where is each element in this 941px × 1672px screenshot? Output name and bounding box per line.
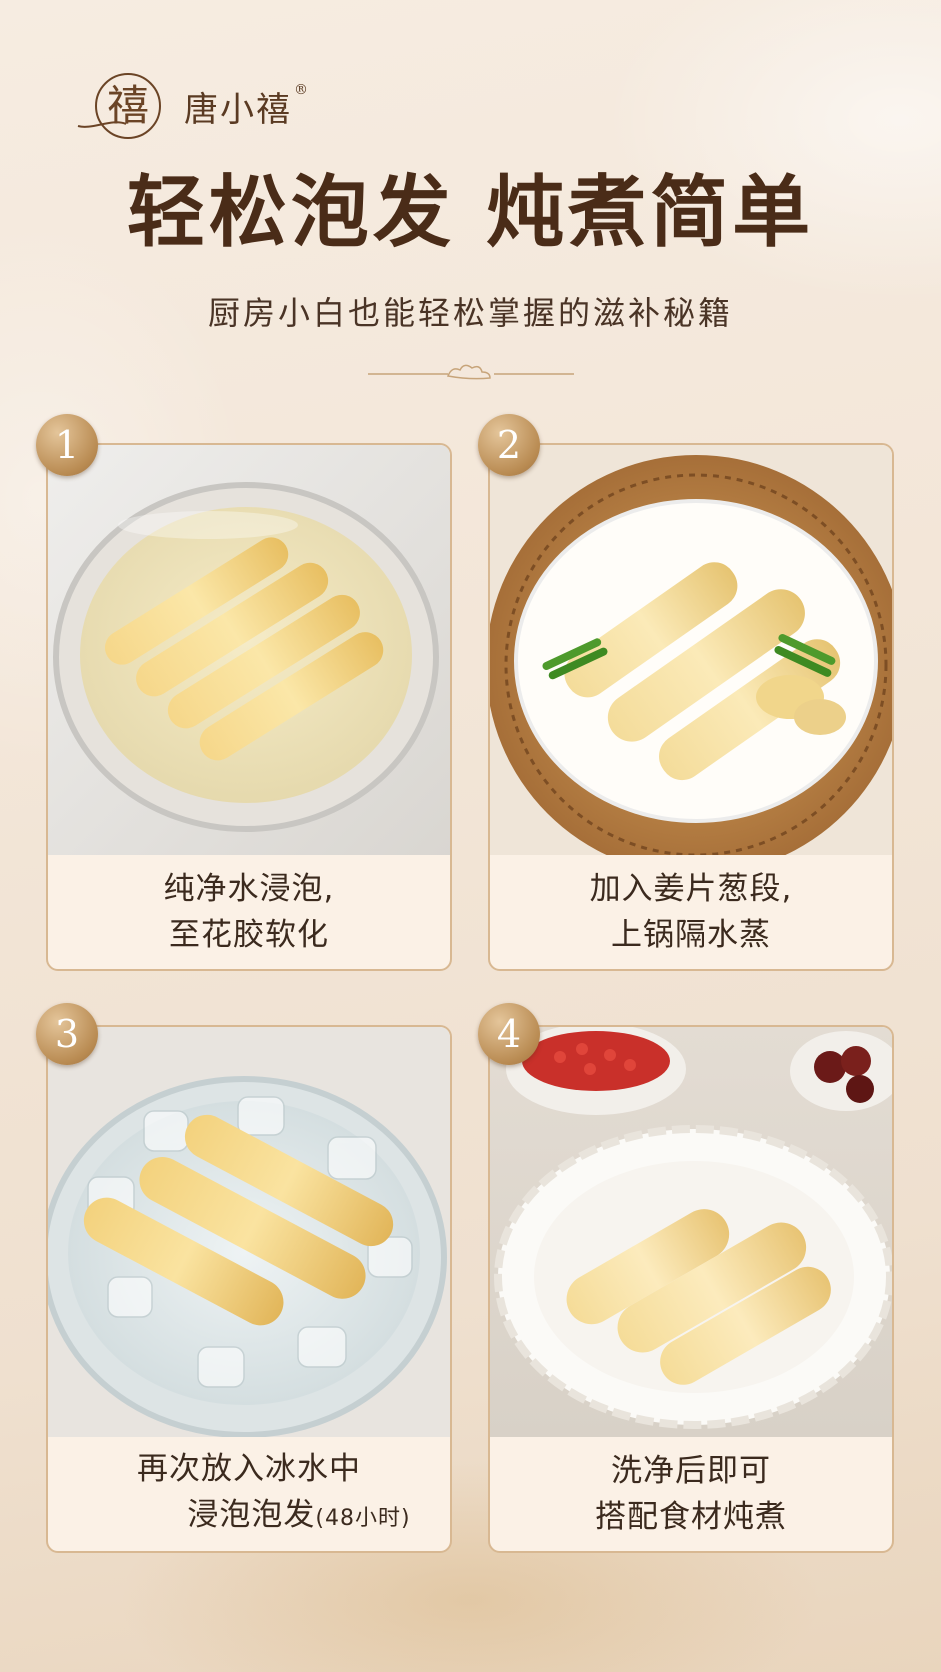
step-2-caption-line2: 上锅隔水蒸 — [611, 917, 771, 953]
page-title: 轻松泡发 炖煮简单 — [126, 167, 815, 258]
step-number-badge-1: 1 — [36, 414, 98, 476]
step-card-1: 纯净水浸泡, 至花胶软化 — [46, 443, 452, 971]
step-3-caption-line2: 浸泡泡发 — [187, 1497, 316, 1533]
step-card-2: 加入姜片葱段, 上锅隔水蒸 — [488, 443, 894, 971]
step-3-photo — [48, 1027, 450, 1437]
step-1-caption: 纯净水浸泡, 至花胶软化 — [48, 855, 450, 969]
brand-logo: 禧 唐小禧 ® — [72, 68, 310, 144]
bowl-soaking-illustration — [48, 445, 450, 855]
cloud-divider-icon — [368, 364, 574, 380]
step-number-badge-3: 3 — [36, 1003, 98, 1065]
page-subtitle: 厨房小白也能轻松掌握的滋补秘籍 — [207, 294, 733, 332]
step-1-caption-line1: 纯净水浸泡, — [163, 871, 335, 907]
step-number-badge-4: 4 — [478, 1003, 540, 1065]
step-1-caption-line2: 至花胶软化 — [169, 917, 329, 953]
step-2-caption-line1: 加入姜片葱段, — [589, 871, 793, 907]
step-3-caption-line1: 再次放入冰水中 — [137, 1451, 361, 1487]
step-4-caption: 洗净后即可 搭配食材炖煮 — [490, 1437, 892, 1551]
step-number-badge-2: 2 — [478, 414, 540, 476]
logo-glyph: 禧 — [107, 81, 149, 130]
step-3-caption: 再次放入冰水中 浸泡泡发(48小时) — [48, 1437, 450, 1551]
brand-name-text: 唐小禧 — [184, 89, 292, 130]
plated-fish-maw-illustration — [490, 1027, 892, 1437]
step-card-3: 再次放入冰水中 浸泡泡发(48小时) — [46, 1025, 452, 1553]
ice-water-bowl-illustration — [48, 1027, 450, 1437]
step-card-4: 洗净后即可 搭配食材炖煮 — [488, 1025, 894, 1553]
step-4-caption-line2: 搭配食材炖煮 — [595, 1499, 787, 1535]
step-2-photo — [490, 445, 892, 855]
step-2-caption: 加入姜片葱段, 上锅隔水蒸 — [490, 855, 892, 969]
registered-mark: ® — [294, 81, 310, 98]
brand-name: 唐小禧 ® — [184, 82, 310, 131]
step-3-caption-note: (48小时) — [315, 1506, 411, 1531]
step-4-photo — [490, 1027, 892, 1437]
steamer-illustration — [490, 445, 892, 855]
step-1-photo — [48, 445, 450, 855]
step-3-caption-line2-wrap: 浸泡泡发(48小时) — [87, 1492, 410, 1542]
brand-seal-icon: 禧 — [77, 73, 161, 139]
step-4-caption-line1: 洗净后即可 — [611, 1453, 771, 1489]
